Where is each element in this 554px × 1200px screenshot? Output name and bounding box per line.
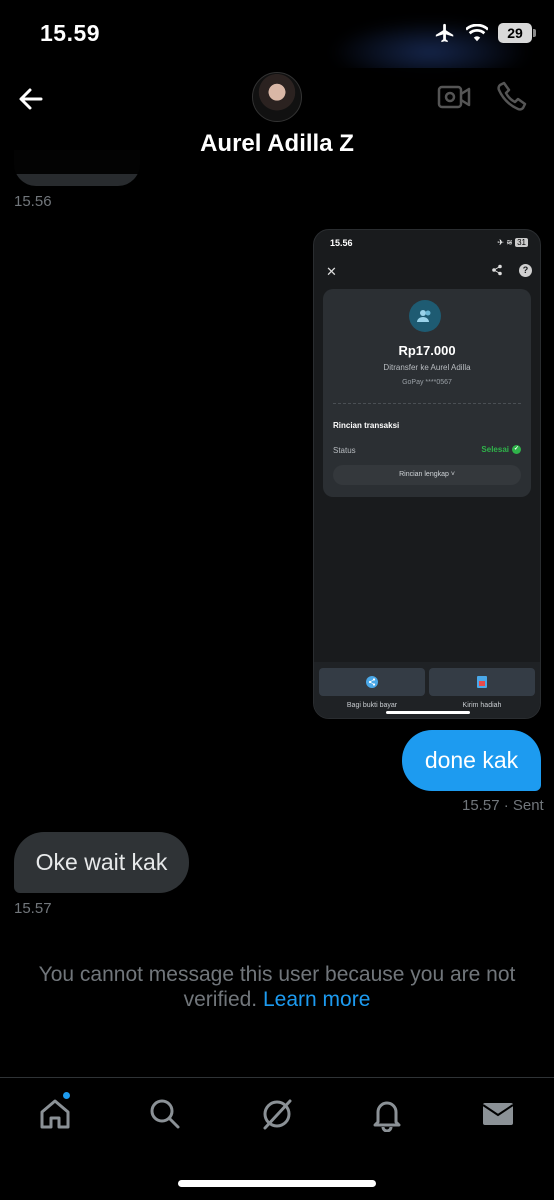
home-indicator	[178, 1180, 376, 1187]
phone-call-icon[interactable]	[496, 80, 528, 112]
sent-timestamp: 15.57 · Sent	[462, 797, 544, 814]
status-time: 15.59	[40, 20, 101, 46]
video-call-icon[interactable]	[437, 82, 471, 112]
share-proof-button	[319, 668, 425, 696]
shot-battery: 31	[515, 238, 528, 247]
send-gift-label: Kirim hadiah	[462, 702, 502, 709]
status-label: Status	[333, 446, 356, 455]
sent-message-bubble[interactable]: done kak	[402, 730, 541, 791]
share-icon	[492, 264, 502, 276]
search-icon[interactable]	[147, 1096, 183, 1132]
home-icon[interactable]	[37, 1096, 73, 1132]
shot-home-indicator	[386, 711, 470, 714]
back-arrow-icon[interactable]	[14, 82, 48, 116]
airplane-icon	[435, 23, 454, 43]
shot-status-icons: ✈ ≋ 31	[497, 238, 528, 247]
grok-icon[interactable]	[259, 1096, 295, 1132]
check-icon: ✓	[512, 445, 521, 454]
verification-notice: You cannot message this user because you…	[30, 962, 524, 1012]
received-message-bubble[interactable]: Oke wait kak	[14, 832, 189, 893]
transfer-amount: Rp17.000	[398, 343, 456, 358]
send-gift-button	[429, 668, 535, 696]
learn-more-link[interactable]: Learn more	[263, 988, 370, 1011]
contact-name[interactable]: Aurel Adilla Z	[0, 130, 554, 158]
gift-icon	[477, 676, 487, 688]
status-bar: 15.59 29	[0, 0, 554, 84]
transfer-recipient: Ditransfer ke Aurel Adilla	[383, 363, 471, 372]
conversation-header: Aurel Adilla Z	[0, 68, 554, 174]
shared-screenshot-image[interactable]: 15.56 ✈ ≋ 31 ✕ ? Rp17.000 Ditransfer ke …	[313, 229, 541, 719]
wifi-icon	[466, 24, 488, 42]
details-section-title: Rincian transaksi	[333, 421, 400, 430]
status-icons: 29	[434, 22, 536, 44]
messages-envelope-icon[interactable]	[480, 1096, 516, 1132]
message-timestamp: 15.56	[14, 193, 52, 210]
share-proof-label: Bagi bukti bayar	[346, 702, 398, 709]
shot-status-time: 15.56	[330, 238, 353, 248]
status-badge: Selesai ✓	[481, 445, 521, 454]
gopay-logo-icon	[409, 300, 441, 332]
notification-dot	[62, 1091, 71, 1100]
full-details-button: Rincian lengkap ˅	[333, 465, 521, 485]
notifications-bell-icon[interactable]	[369, 1096, 405, 1132]
status-value: Selesai	[481, 445, 509, 454]
close-icon: ✕	[326, 264, 337, 279]
transaction-card: Rp17.000 Ditransfer ke Aurel Adilla GoPa…	[323, 289, 531, 497]
battery-indicator: 29	[498, 23, 536, 43]
help-icon: ?	[519, 264, 532, 277]
transfer-account: GoPay ****0567	[402, 379, 452, 386]
received-timestamp: 15.57	[14, 900, 52, 917]
avatar[interactable]	[252, 72, 302, 122]
share-circle-icon	[366, 676, 378, 688]
divider	[333, 403, 521, 404]
